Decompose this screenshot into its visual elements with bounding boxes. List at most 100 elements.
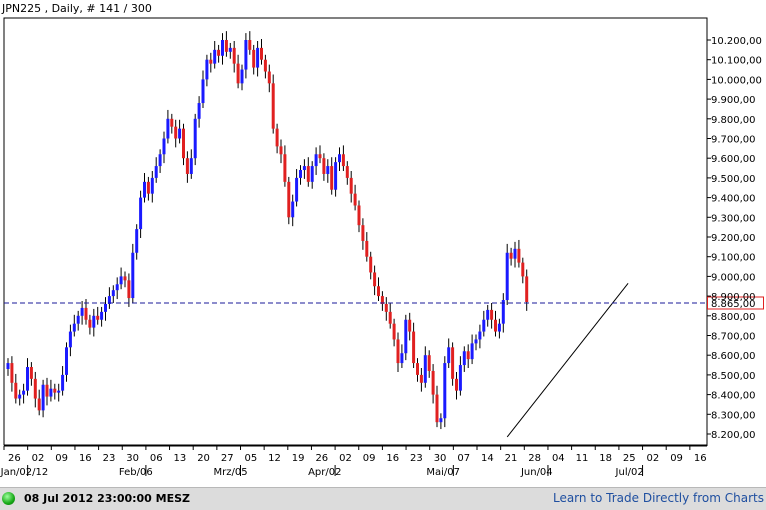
x-tick-label: 06 — [150, 453, 163, 464]
candle-body — [486, 309, 490, 320]
x-tick-label: 09 — [670, 453, 683, 464]
candle-body — [76, 315, 80, 324]
y-tick-label: 10.200,00 — [711, 36, 762, 47]
candle-body — [525, 276, 529, 303]
candle-body — [80, 307, 84, 316]
candle-body — [197, 103, 201, 119]
candle-body — [170, 118, 174, 127]
candle-body — [166, 118, 170, 139]
candle-body — [306, 166, 310, 182]
candle-body — [205, 59, 209, 80]
candle-body — [295, 177, 299, 202]
candle-body — [267, 71, 271, 84]
candle-body — [283, 154, 287, 182]
y-tick-label: 8.900,00 — [711, 292, 756, 303]
candle-body — [37, 398, 41, 411]
x-tick-label: 02 — [32, 453, 45, 464]
candle-body — [377, 286, 380, 297]
candle-body — [240, 69, 244, 84]
candle-body — [408, 319, 412, 332]
x-tick-label: 27 — [221, 453, 234, 464]
candle-body — [65, 347, 68, 375]
candle-body — [338, 154, 341, 163]
candle-body — [232, 47, 236, 64]
x-tick-label: 07 — [457, 453, 470, 464]
y-tick-label: 9.400,00 — [711, 194, 756, 205]
candle-body — [18, 394, 22, 399]
x-tick-label: 23 — [103, 453, 116, 464]
candle-body — [96, 315, 100, 320]
candle-body — [341, 154, 345, 167]
candle-body — [357, 205, 361, 226]
candle-body — [29, 367, 33, 379]
candle-body — [14, 382, 18, 399]
y-tick-label: 10.000,00 — [711, 75, 762, 86]
y-axis-ticks: 8.200,00 8.300,00 8.400,00 8.500,00 8.600,00… — [707, 36, 762, 441]
y-tick-label: 8.500,00 — [711, 371, 756, 382]
status-timestamp: 08 Jul 2012 23:00:00 MESZ — [24, 492, 191, 505]
y-tick-label: 8.300,00 — [711, 410, 756, 421]
candle-body — [10, 363, 14, 383]
candle-body — [396, 339, 400, 364]
x-tick-label: 30 — [126, 453, 139, 464]
candle-body — [451, 347, 455, 379]
candle-body — [497, 323, 501, 332]
x-tick-label: 23 — [410, 453, 423, 464]
x-tick-label: 16 — [79, 453, 92, 464]
learn-to-trade-link[interactable]: Learn to Trade Directly from Charts — [553, 491, 764, 505]
candle-body — [22, 390, 26, 395]
candle-body — [373, 272, 377, 287]
y-tick-label: 9.900,00 — [711, 95, 756, 106]
candle-body — [392, 323, 396, 340]
candle-body — [92, 315, 96, 328]
connection-status-icon — [2, 492, 15, 505]
candle-body — [236, 63, 240, 84]
candle-body — [384, 303, 388, 312]
x-tick-label: 19 — [292, 453, 305, 464]
x-tick-label: 05 — [245, 453, 258, 464]
candle-body — [252, 49, 256, 68]
x-tick-label: 02 — [339, 453, 352, 464]
candle-body — [431, 370, 435, 395]
x-period-label: Jan/02/12 — [0, 467, 48, 478]
candle-body — [150, 177, 154, 194]
candle-body — [447, 347, 451, 364]
y-tick-label: 9.100,00 — [711, 253, 756, 264]
candle-body — [310, 166, 314, 182]
candle-body — [458, 365, 462, 391]
candle-body — [299, 170, 302, 178]
candle-body — [404, 319, 408, 354]
candle-body — [178, 128, 182, 139]
candle-body — [263, 59, 267, 72]
x-tick-label: 25 — [623, 453, 636, 464]
candle-body — [505, 252, 509, 301]
candle-body — [256, 47, 260, 68]
y-tick-label: 9.000,00 — [711, 272, 756, 283]
plot-frame — [3, 17, 708, 446]
candle-body — [41, 384, 45, 411]
trendline-group — [506, 282, 629, 438]
x-tick-label: 13 — [174, 453, 187, 464]
candle-body — [517, 248, 521, 263]
candle-body — [100, 311, 104, 320]
candle-body — [61, 374, 65, 391]
candle-body — [162, 138, 166, 155]
candle-body — [45, 384, 49, 397]
candle-body — [6, 363, 10, 369]
candle-body — [365, 240, 369, 257]
candle-body — [248, 40, 252, 50]
candle-body — [439, 418, 443, 423]
x-period-label: Feb/06 — [119, 467, 153, 478]
candle-body — [84, 307, 88, 320]
y-tick-label: 8.400,00 — [711, 391, 756, 402]
candle-body — [193, 118, 197, 159]
candle-body — [490, 309, 494, 320]
x-tick-label: 16 — [386, 453, 399, 464]
candle-body — [201, 79, 205, 104]
candle-body — [217, 49, 221, 56]
candle-body — [334, 162, 338, 190]
x-tick-label: 04 — [552, 453, 565, 464]
candle-body — [478, 331, 482, 340]
candle-body — [143, 181, 146, 198]
candle-body — [115, 284, 119, 291]
